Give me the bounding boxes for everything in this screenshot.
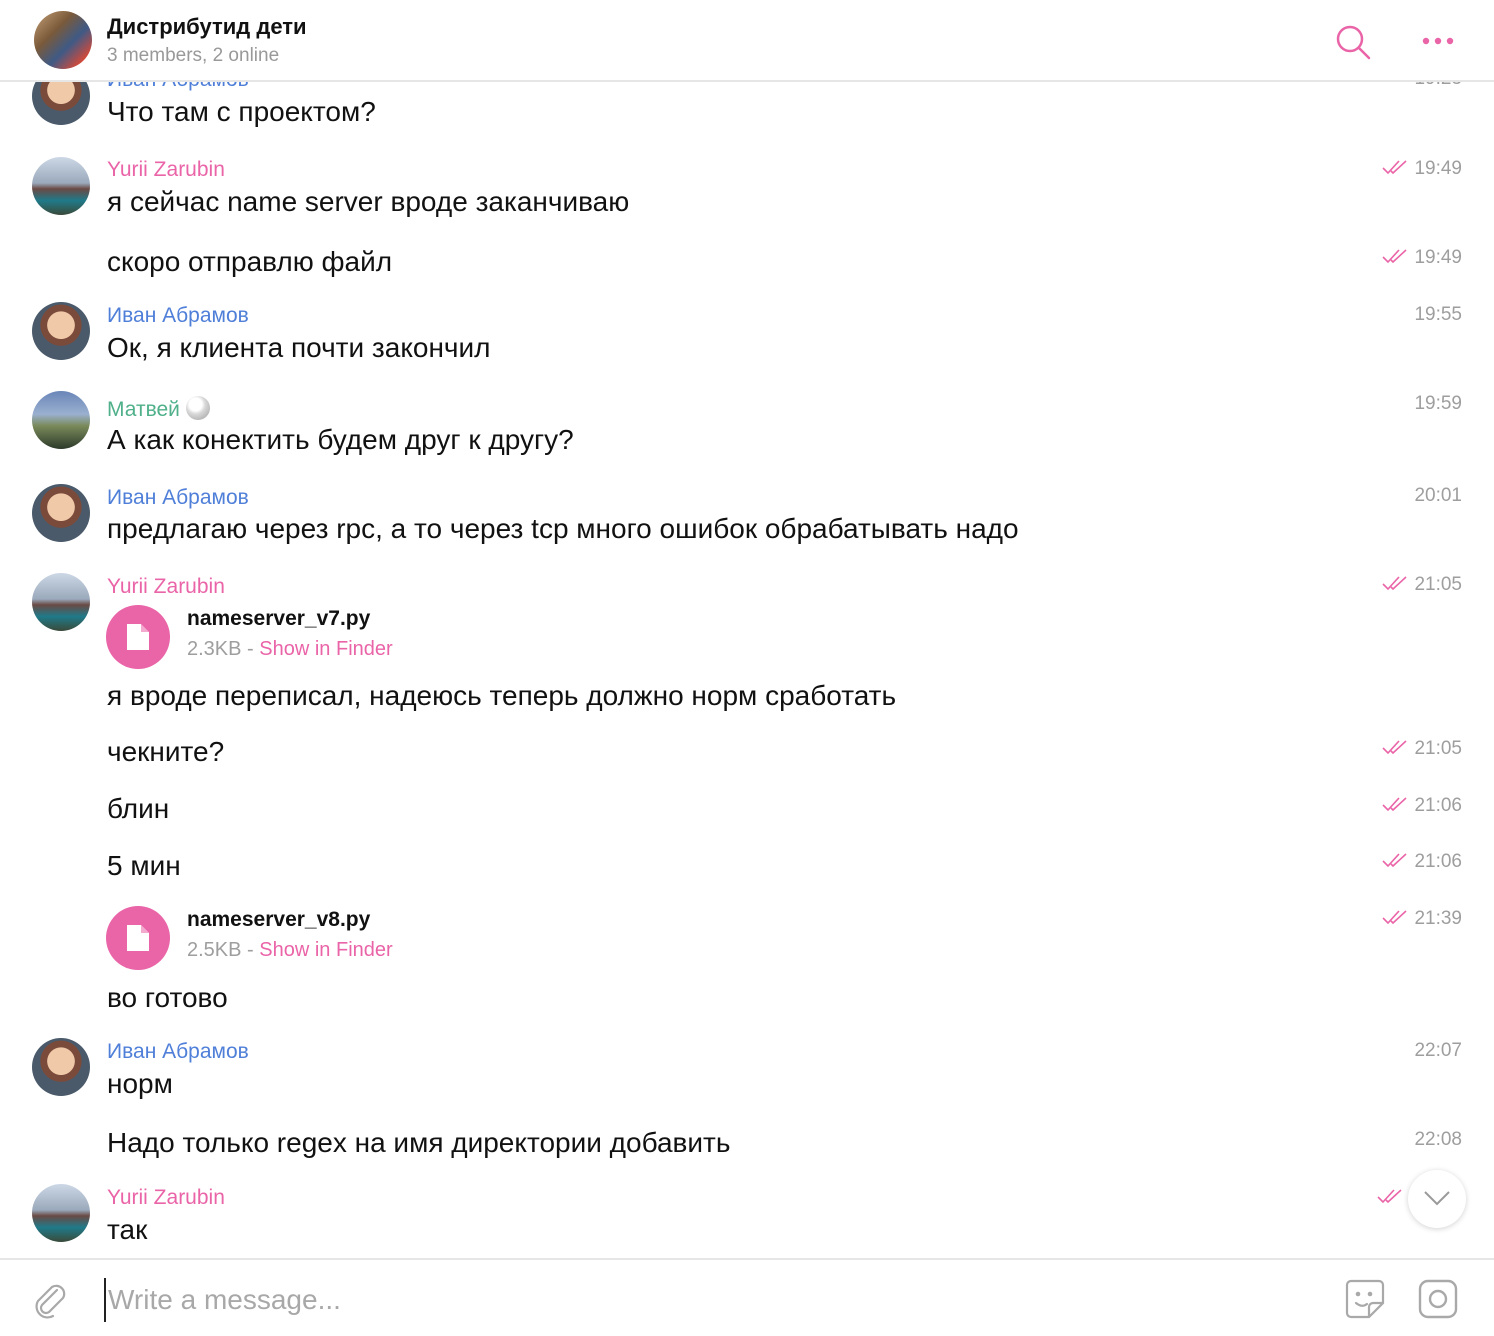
sender-name[interactable]: Иван Абрамов	[107, 304, 249, 328]
message-time: 19:49	[1414, 158, 1462, 179]
sender-name[interactable]: Матвей	[107, 398, 180, 421]
message-time-row: 21:06	[1382, 795, 1462, 817]
double-check-icon	[1382, 797, 1407, 812]
message-time: 22:08	[1414, 1129, 1462, 1150]
message-time-row: 19:49	[1382, 158, 1462, 180]
file-icon	[127, 624, 149, 650]
chat-title[interactable]: Дистрибутид дети	[107, 14, 307, 40]
sender-name[interactable]: Yurii Zarubin	[107, 575, 225, 599]
file-download-button[interactable]	[106, 605, 170, 669]
sender-name[interactable]: Иван Абрамов	[107, 1040, 249, 1064]
emoji-icon	[185, 396, 210, 420]
file-icon	[127, 925, 149, 951]
message-text: так	[107, 1214, 148, 1245]
sender-name-row[interactable]: Матвей	[107, 396, 210, 422]
double-check-icon	[1377, 1189, 1402, 1204]
message-time: 19:59	[1414, 393, 1462, 414]
message-text: А как конектить будем друг к другу?	[107, 424, 574, 455]
sender-name[interactable]: Yurii Zarubin	[107, 1186, 225, 1210]
avatar-matvey[interactable]	[32, 391, 90, 449]
paperclip-icon	[35, 1284, 66, 1319]
file-download-button[interactable]	[106, 906, 170, 970]
message-time-row: 21:05	[1382, 738, 1462, 760]
double-check-icon	[1382, 910, 1407, 925]
avatar-yurii[interactable]	[32, 573, 90, 631]
chat-header: Дистрибутид дети 3 members, 2 online	[0, 0, 1494, 82]
avatar-ivan[interactable]	[32, 302, 90, 360]
message-text: я вроде переписал, надеюсь теперь должно…	[107, 680, 897, 711]
search-button[interactable]	[1335, 24, 1371, 60]
avatar-yurii[interactable]	[32, 1184, 90, 1242]
message-time: 21:05	[1414, 574, 1462, 595]
sender-name[interactable]: Yurii Zarubin	[107, 158, 225, 182]
message-time-row: 21:39	[1382, 908, 1462, 930]
chevron-down-icon	[1424, 1191, 1450, 1206]
message-text: скоро отправлю файл	[107, 246, 393, 277]
avatar-ivan[interactable]	[32, 1038, 90, 1096]
avatar-ivan[interactable]	[32, 484, 90, 542]
show-in-finder-link[interactable]: Show in Finder	[259, 939, 392, 961]
camera-button[interactable]	[1418, 1279, 1458, 1319]
message-input[interactable]	[104, 1278, 1308, 1322]
message-composer	[0, 1258, 1494, 1336]
group-avatar[interactable]	[34, 11, 92, 69]
message-text: Ок, я клиента почти закончил	[107, 332, 491, 363]
message-text: 5 мин	[107, 850, 181, 881]
file-attachment[interactable]: nameserver_v8.py 2.5KB - Show in Finder	[106, 906, 706, 970]
message-text: предлагаю через rpc, а то через tcp мног…	[107, 513, 1019, 544]
message-time: 21:06	[1414, 795, 1462, 816]
sender-name[interactable]: Иван Абрамов	[107, 486, 249, 510]
message-time: 21:05	[1414, 738, 1462, 759]
double-check-icon	[1382, 249, 1407, 264]
message-time-row: 21:05	[1382, 574, 1462, 596]
message-text: норм	[107, 1068, 173, 1099]
message-time: 20:01	[1414, 485, 1462, 506]
double-check-icon	[1382, 740, 1407, 755]
file-size: 2.5KB	[187, 939, 242, 961]
message-text: чекните?	[107, 736, 225, 767]
file-attachment[interactable]: nameserver_v7.py 2.3KB - Show in Finder	[106, 605, 706, 669]
attach-button[interactable]	[30, 1280, 70, 1320]
scroll-to-bottom-button[interactable]	[1408, 1170, 1466, 1228]
double-check-icon	[1382, 853, 1407, 868]
file-meta: 2.5KB - Show in Finder	[187, 939, 393, 962]
message-time-row: 19:49	[1382, 247, 1462, 269]
show-in-finder-link[interactable]: Show in Finder	[259, 638, 392, 660]
avatar-yurii[interactable]	[32, 157, 90, 215]
file-meta-separator: -	[241, 939, 260, 961]
more-options-button[interactable]	[1420, 30, 1456, 52]
search-icon	[1336, 25, 1371, 60]
message-time: 19:49	[1414, 247, 1462, 268]
file-name[interactable]: nameserver_v7.py	[187, 607, 370, 631]
message-time: 21:06	[1414, 851, 1462, 872]
chat-status: 3 members, 2 online	[107, 45, 280, 66]
file-name[interactable]: nameserver_v8.py	[187, 908, 370, 932]
message-text: блин	[107, 793, 170, 824]
message-time-row: 21:06	[1382, 851, 1462, 873]
double-check-icon	[1382, 160, 1407, 175]
more-icon	[1422, 37, 1454, 45]
message-time: 21:39	[1414, 908, 1462, 929]
message-list[interactable]: Иван Абрамов 19:23 Что там с проектом? Y…	[0, 0, 1494, 1258]
message-text: Надо только regex на имя директории доба…	[107, 1127, 731, 1158]
message-time: 19:55	[1414, 304, 1462, 325]
sticker-icon	[1345, 1279, 1385, 1319]
double-check-icon	[1382, 576, 1407, 591]
chat-window: Иван Абрамов 19:23 Что там с проектом? Y…	[0, 0, 1494, 1336]
message-text: Что там с проектом?	[107, 96, 376, 127]
file-meta-separator: -	[241, 638, 260, 660]
file-size: 2.3KB	[187, 638, 242, 660]
message-text: я сейчас name server вроде заканчиваю	[107, 186, 630, 217]
camera-icon	[1418, 1279, 1458, 1319]
message-text: во готово	[107, 982, 228, 1013]
sticker-button[interactable]	[1343, 1277, 1387, 1321]
message-time: 22:07	[1414, 1040, 1462, 1061]
file-meta: 2.3KB - Show in Finder	[187, 638, 393, 661]
